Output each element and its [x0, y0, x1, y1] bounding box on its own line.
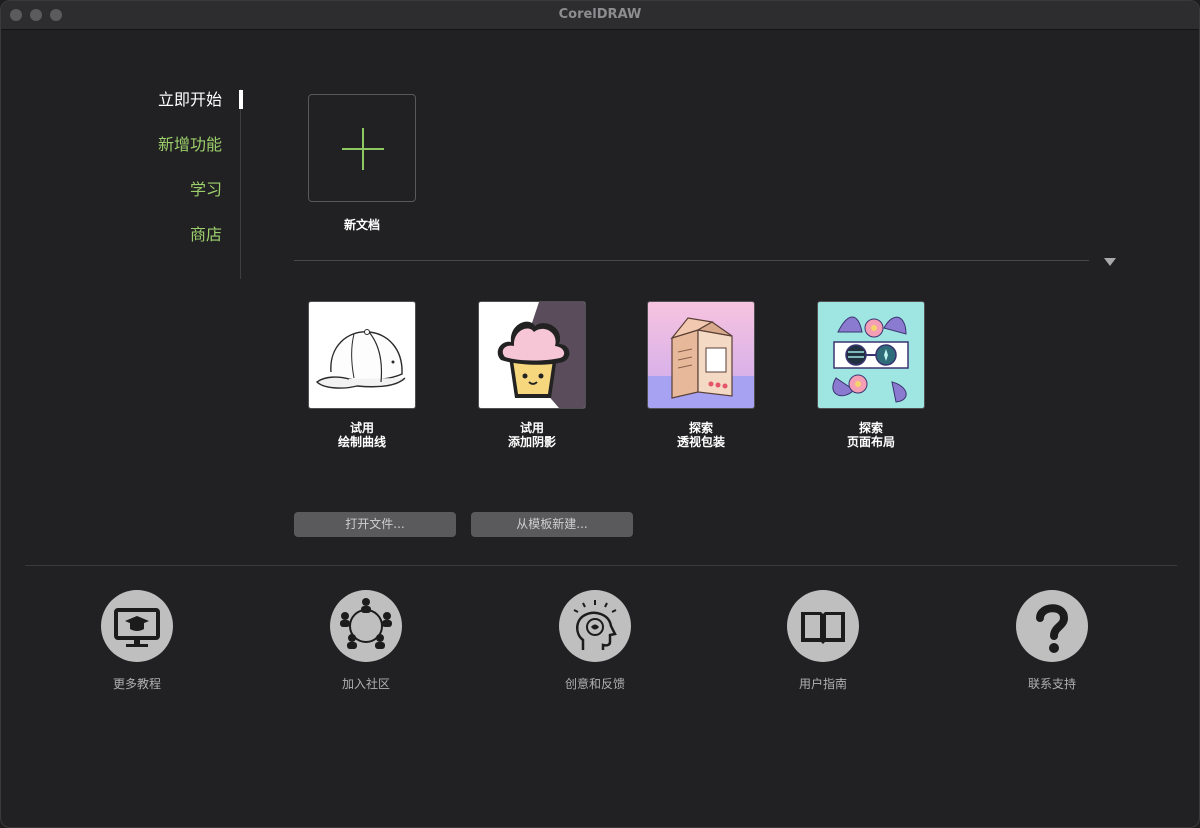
app-window: CorelDRAW 立即开始 新增功能 学习 商店 新文档 试用 绘制曲线 试用…: [0, 0, 1200, 828]
resource-label: 联系支持: [1027, 677, 1076, 691]
template-card-line1: 探索: [688, 421, 713, 435]
template-card-line2: 添加阴影: [507, 435, 556, 449]
footer-divider: [25, 565, 1177, 566]
ideas-feedback-link[interactable]: 创意和反馈: [515, 590, 675, 692]
title-bar: CorelDRAW: [1, 1, 1199, 30]
sidebar-item-learn[interactable]: 学习: [101, 177, 222, 222]
community-icon: [330, 590, 402, 662]
resource-label: 更多教程: [112, 677, 161, 691]
sidebar-divider: [240, 89, 241, 279]
book-icon: [787, 590, 859, 662]
template-card-line1: 探索: [858, 421, 883, 435]
sidebar-item-get-started[interactable]: 立即开始: [101, 87, 222, 132]
template-card-line1: 试用: [519, 421, 544, 435]
tutorial-monitor-icon: [101, 590, 173, 662]
sidebar-nav: 立即开始 新增功能 学习 商店: [101, 87, 222, 267]
template-card-draw-curves[interactable]: 试用 绘制曲线: [308, 301, 416, 449]
window-title: CorelDRAW: [558, 7, 642, 22]
new-document-label: 新文档: [343, 218, 380, 232]
sidebar-active-marker: [239, 90, 243, 109]
resource-label: 创意和反馈: [564, 677, 625, 691]
template-card-line2: 透视包装: [676, 435, 725, 449]
template-card-line1: 试用: [349, 421, 374, 435]
cap-thumbnail: [308, 301, 416, 409]
template-card-add-shadow[interactable]: 试用 添加阴影: [478, 301, 586, 449]
new-from-template-button[interactable]: 从模板新建...: [471, 512, 633, 537]
template-card-page-layout[interactable]: 探索 页面布局: [817, 301, 925, 449]
more-tutorials-link[interactable]: 更多教程: [57, 590, 217, 692]
sidebar-item-store[interactable]: 商店: [101, 222, 222, 267]
resource-label: 用户指南: [798, 677, 847, 691]
sidebar-item-whats-new[interactable]: 新增功能: [101, 132, 222, 177]
collapse-triangle-icon[interactable]: [1104, 258, 1116, 266]
resource-label: 加入社区: [341, 677, 390, 691]
question-icon: [1016, 590, 1088, 662]
flower-glasses-thumbnail: [817, 301, 925, 409]
cupcake-thumbnail: [478, 301, 586, 409]
milk-carton-thumbnail: [647, 301, 755, 409]
section-divider: [294, 260, 1089, 261]
template-card-line2: 页面布局: [846, 435, 895, 449]
join-community-link[interactable]: 加入社区: [286, 590, 446, 692]
open-file-button[interactable]: 打开文件...: [294, 512, 456, 537]
user-guide-link[interactable]: 用户指南: [743, 590, 903, 692]
template-card-line2: 绘制曲线: [337, 435, 386, 449]
contact-support-link[interactable]: 联系支持: [972, 590, 1132, 692]
new-document-button[interactable]: [308, 94, 416, 202]
template-card-perspective-packaging[interactable]: 探索 透视包装: [647, 301, 755, 449]
idea-feedback-icon: [559, 590, 631, 662]
